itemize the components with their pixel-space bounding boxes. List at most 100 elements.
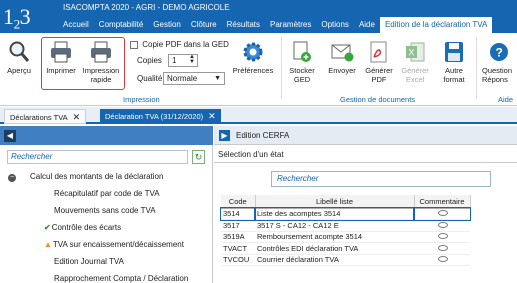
spinner-arrows-icon[interactable]: ▲ ▼ xyxy=(189,54,195,65)
table-row[interactable]: 3519A Remboursement acompte 3514 xyxy=(221,231,470,243)
save-disk-icon xyxy=(445,42,463,62)
comment-icon[interactable] xyxy=(438,210,448,217)
group-impression-label: Impression xyxy=(123,95,160,104)
envoyer-label: Envoyer xyxy=(328,66,356,75)
ribbon-separator-2 xyxy=(476,37,477,99)
tree-label: Rapprochement Compta / Déclaration xyxy=(54,274,189,283)
table-row[interactable]: 3514 Liste des acomptes 3514 xyxy=(220,207,471,221)
stocker-ged-button[interactable]: Stocker GED xyxy=(285,40,319,84)
group-aide-label: Aide xyxy=(498,95,514,104)
menu-accueil[interactable]: Accueil xyxy=(58,17,94,33)
col-header-libelle[interactable]: Libellé liste xyxy=(255,195,415,209)
copie-pdf-label: Copie PDF dans la GED xyxy=(142,40,229,49)
imprimer-label: Imprimer xyxy=(46,66,76,75)
comment-icon[interactable] xyxy=(438,256,448,263)
table-row[interactable]: 3517 3517 S - CA12 - CA12 E xyxy=(221,219,470,232)
expand-right-icon[interactable]: ▶ xyxy=(219,130,230,141)
menu-comptabilite[interactable]: Comptabilité xyxy=(94,17,148,33)
left-search-input[interactable]: Rechercher xyxy=(7,150,188,164)
tree-item-recap[interactable]: Récapitulatif par code de TVA xyxy=(54,189,160,198)
menu-cloture[interactable]: Clôture xyxy=(186,17,222,33)
impression-rapide-label-2: rapide xyxy=(90,75,112,84)
stocker-label-2: GED xyxy=(293,75,311,84)
menu-aide[interactable]: Aide xyxy=(354,17,380,33)
warning-icon: ▲ xyxy=(44,240,52,249)
tree-item-calcul[interactable]: − Calcul des montants de la déclaration xyxy=(8,172,163,182)
qualite-value: Normale xyxy=(167,74,198,83)
tree-label: Récapitulatif par code de TVA xyxy=(54,189,160,198)
cell-code: TVCOU xyxy=(221,254,255,266)
tree-label: Calcul des montants de la déclaration xyxy=(30,172,164,181)
printer-fast-icon xyxy=(91,41,111,63)
preferences-label: Préférences xyxy=(232,66,274,75)
autre-format-button[interactable]: Autre format xyxy=(437,40,471,84)
ribbon-separator xyxy=(281,37,282,99)
tab-declarations-tva[interactable]: Déclarations TVA ✕ xyxy=(4,109,87,124)
tree-item-controle[interactable]: ✔Contrôle des écarts xyxy=(44,223,121,232)
copie-pdf-row: Copie PDF dans la GED xyxy=(130,40,229,49)
cell-comment xyxy=(414,254,470,266)
right-search-input[interactable]: Rechercher xyxy=(271,171,491,187)
menu-gestion[interactable]: Gestion xyxy=(148,17,186,33)
menu-parametres[interactable]: Paramètres xyxy=(265,17,316,33)
help-question-icon: ? xyxy=(490,43,508,61)
col-header-code[interactable]: Code xyxy=(221,195,256,209)
cell-libelle: Remboursement acompte 3514 xyxy=(255,231,414,243)
collapse-left-icon[interactable]: ◀ xyxy=(4,130,16,142)
cell-code: 3514 xyxy=(220,207,256,221)
comment-icon[interactable] xyxy=(438,233,448,240)
question-reponse-button[interactable]: ? Question Répons xyxy=(482,40,517,84)
imprimer-button[interactable]: Imprimer xyxy=(44,40,78,75)
tree-item-rapprochement[interactable]: Rapprochement Compta / Déclaration xyxy=(54,274,188,283)
preferences-button[interactable]: Préférences xyxy=(229,40,277,75)
menu-options[interactable]: Options xyxy=(316,17,354,33)
apercu-button[interactable]: Aperçu xyxy=(2,40,36,75)
gear-icon xyxy=(243,42,263,62)
pdf-icon xyxy=(370,41,387,63)
copies-stepper[interactable]: 1 ▲ ▼ xyxy=(168,54,198,67)
generer-excel-button[interactable]: X Générer Excel xyxy=(398,40,432,84)
impression-rapide-button[interactable]: Impression rapide xyxy=(80,40,122,84)
tab-declaration-tva-2020[interactable]: Déclaration TVA (31/12/2020) ✕ xyxy=(100,109,221,124)
generer-pdf-button[interactable]: Générer PDF xyxy=(362,40,396,84)
copie-pdf-checkbox[interactable] xyxy=(130,40,138,49)
menu-resultats[interactable]: Résultats xyxy=(222,17,265,33)
table-row[interactable]: TVCOU Courrier déclaration TVA xyxy=(221,254,470,266)
comment-icon[interactable] xyxy=(438,244,448,251)
copies-label: Copies xyxy=(137,56,162,65)
tab-declaration-label: Déclaration TVA (31/12/2020) xyxy=(105,112,204,121)
cell-comment xyxy=(414,231,470,243)
cell-comment xyxy=(414,242,470,255)
tree-item-journal[interactable]: Edition Journal TVA xyxy=(54,257,124,266)
impression-rapide-label-1: Impression xyxy=(82,66,120,75)
tab-declarations-label: Déclarations TVA xyxy=(10,113,68,122)
qualite-label: Qualité xyxy=(137,74,163,83)
col-header-commentaire[interactable]: Commentaire xyxy=(414,195,471,209)
main-menu: Accueil Comptabilité Gestion Clôture Rés… xyxy=(58,17,493,33)
comment-icon[interactable] xyxy=(438,221,448,228)
menu-edition-tva[interactable]: Edition de la déclaration TVA xyxy=(379,17,493,33)
right-pane-header: ▶ Edition CERFA xyxy=(214,126,517,145)
etats-table: Code Libellé liste Commentaire 3514 List… xyxy=(220,195,471,266)
tree-label: TVA sur encaissement/décaissement xyxy=(52,240,184,249)
close-icon[interactable]: ✕ xyxy=(73,112,81,122)
tree-item-tva-encaissement[interactable]: ▲TVA sur encaissement/décaissement xyxy=(44,240,184,249)
envoyer-button[interactable]: Envoyer xyxy=(323,40,361,75)
autre-format-label-1: Autre xyxy=(445,66,463,75)
check-icon: ✔ xyxy=(44,223,51,232)
minus-icon[interactable]: − xyxy=(8,174,16,182)
refresh-icon[interactable]: ↻ xyxy=(192,150,205,164)
apercu-label: Aperçu xyxy=(7,66,31,75)
table-row[interactable]: TVACT Contrôles EDI déclaration TVA xyxy=(221,242,470,255)
printer-icon xyxy=(51,41,71,63)
generer-excel-label-1: Générer xyxy=(401,66,429,75)
tree-item-mouvements[interactable]: Mouvements sans code TVA xyxy=(54,206,156,215)
close-icon[interactable]: ✕ xyxy=(208,111,216,121)
generer-pdf-label-2: PDF xyxy=(371,75,387,84)
qualite-select[interactable]: Normale ▼ xyxy=(163,72,225,85)
selection-label: Sélection d'un état xyxy=(218,150,284,159)
cell-libelle: Liste des acomptes 3514 xyxy=(254,207,415,221)
cell-code: 3519A xyxy=(221,231,255,243)
magnifier-icon xyxy=(9,41,30,62)
generer-pdf-label-1: Générer xyxy=(365,66,393,75)
